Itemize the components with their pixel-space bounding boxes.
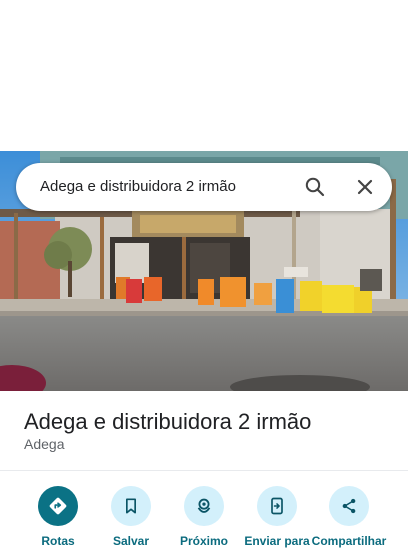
share-icon (329, 486, 369, 526)
directions-label: Rotas (41, 534, 75, 548)
search-icon[interactable] (303, 175, 327, 199)
nearby-label: Próximo (179, 534, 228, 548)
bookmark-icon (111, 486, 151, 526)
nearby-icon (184, 486, 224, 526)
directions-icon (38, 486, 78, 526)
send-to-phone-icon (257, 486, 297, 526)
search-query[interactable]: Adega e distribuidora 2 irmão (40, 178, 236, 195)
share-button[interactable]: Compartilhar (312, 486, 386, 548)
search-bar[interactable]: Adega e distribuidora 2 irmão (16, 163, 392, 211)
save-button[interactable]: Salvar (95, 486, 167, 548)
share-label: Compartilhar (311, 534, 387, 548)
directions-button[interactable]: Rotas (22, 486, 94, 548)
place-title: Adega e distribuidora 2 irmão (24, 409, 312, 434)
close-icon[interactable] (353, 175, 377, 199)
nearby-button[interactable]: Próximo (168, 486, 240, 548)
save-label: Salvar (112, 534, 150, 548)
divider (0, 470, 408, 471)
send-to-phone-button[interactable]: Enviar para (241, 486, 313, 548)
place-category: Adega (24, 436, 65, 452)
